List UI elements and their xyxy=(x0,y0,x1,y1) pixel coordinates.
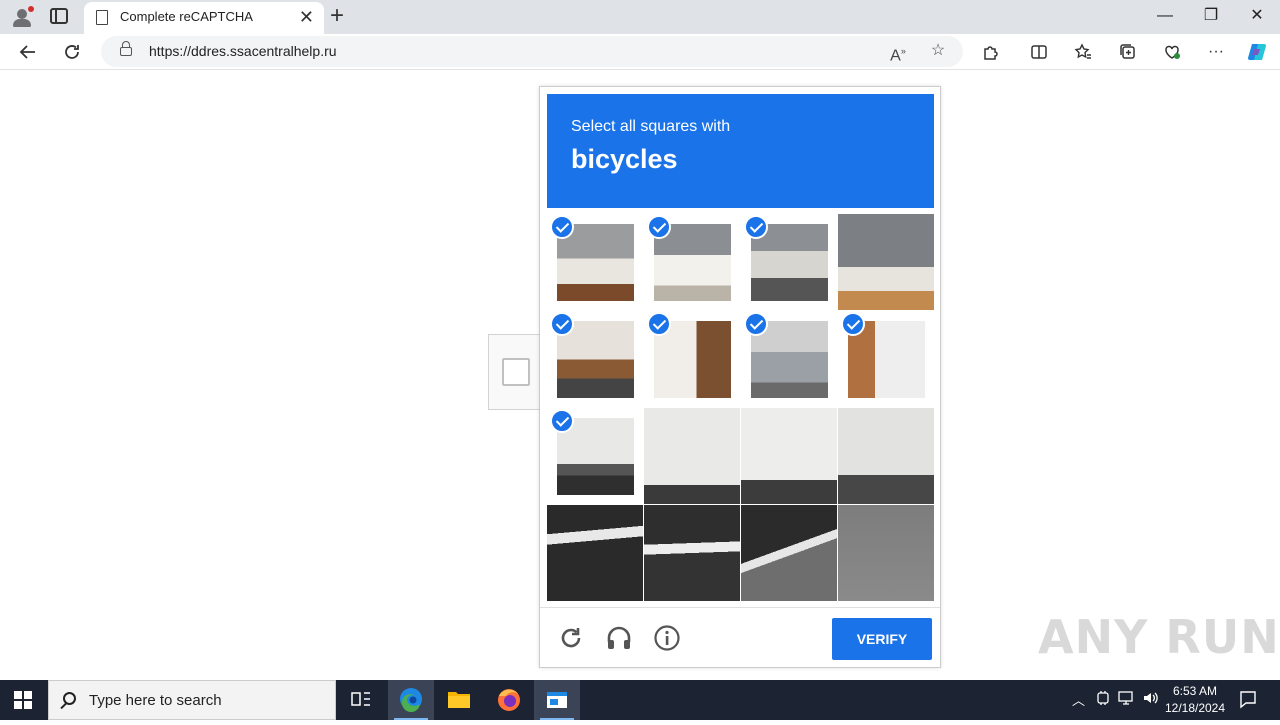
recaptcha-checkbox-widget xyxy=(488,334,540,410)
tile-image xyxy=(644,505,740,601)
edge-taskbar-icon[interactable] xyxy=(388,680,434,720)
firefox-icon[interactable] xyxy=(486,680,532,720)
tile-checkmark-icon xyxy=(647,215,671,239)
challenge-instruction: Select all squares with xyxy=(571,118,731,135)
challenge-tile[interactable] xyxy=(741,214,837,310)
challenge-tile[interactable] xyxy=(547,408,643,504)
browser-essentials-icon[interactable] xyxy=(1161,41,1183,63)
challenge-footer: VERIFY xyxy=(540,607,940,668)
audio-challenge-icon[interactable] xyxy=(605,624,633,652)
collections-icon[interactable] xyxy=(1117,41,1139,63)
recaptcha-checkbox[interactable] xyxy=(502,358,530,386)
close-window-button[interactable]: ✕ xyxy=(1234,4,1280,28)
file-explorer-icon[interactable] xyxy=(436,680,482,720)
volume-icon[interactable] xyxy=(1142,690,1160,709)
tile-checkmark-icon xyxy=(647,312,671,336)
challenge-tile[interactable] xyxy=(644,214,740,310)
tab-active[interactable]: Complete reCAPTCHA ✕ xyxy=(84,2,324,34)
challenge-tile[interactable] xyxy=(741,505,837,601)
info-icon[interactable] xyxy=(653,624,681,652)
extensions-icon[interactable] xyxy=(980,41,1002,63)
taskbar: Type here to search ︿ 6:53 AM 12/18/2024 xyxy=(0,680,1280,720)
challenge-tile[interactable] xyxy=(644,505,740,601)
windows-start-icon[interactable] xyxy=(14,691,32,709)
tab-close-icon[interactable]: ✕ xyxy=(299,7,314,27)
copilot-icon[interactable] xyxy=(1246,41,1268,63)
tile-image xyxy=(644,408,740,504)
minimize-button[interactable]: — xyxy=(1142,4,1188,28)
back-button[interactable] xyxy=(14,38,42,66)
tab-actions-icon[interactable] xyxy=(50,8,68,24)
challenge-tile[interactable] xyxy=(547,311,643,407)
challenge-target: bicycles xyxy=(571,144,678,174)
tile-image xyxy=(838,505,934,601)
favorites-icon[interactable] xyxy=(1072,41,1094,63)
challenge-tile[interactable] xyxy=(547,214,643,310)
anyrun-watermark: ANY RUN xyxy=(1038,610,1280,664)
recaptcha-challenge: Select all squares with bicycles VERIFY xyxy=(539,86,941,668)
clock-time: 6:53 AM xyxy=(1172,684,1218,698)
tile-image xyxy=(741,408,837,504)
challenge-tile[interactable] xyxy=(741,311,837,407)
challenge-tile[interactable] xyxy=(838,214,934,310)
challenge-header: Select all squares with bicycles xyxy=(547,94,934,208)
tile-checkmark-icon xyxy=(550,215,574,239)
read-aloud-icon[interactable]: A» xyxy=(887,41,909,66)
maximize-button[interactable]: ❐ xyxy=(1188,4,1234,28)
url-text[interactable]: https://ddres.ssacentralhelp.ru xyxy=(149,43,337,59)
more-menu-icon[interactable]: ··· xyxy=(1205,41,1227,63)
challenge-tile[interactable] xyxy=(644,311,740,407)
challenge-tile[interactable] xyxy=(547,505,643,601)
tile-checkmark-icon xyxy=(744,215,768,239)
tile-checkmark-icon xyxy=(744,312,768,336)
taskbar-clock[interactable]: 6:53 AM 12/18/2024 xyxy=(1160,683,1230,717)
challenge-tile[interactable] xyxy=(838,408,934,504)
tile-image xyxy=(838,214,934,310)
tile-checkmark-icon xyxy=(841,312,865,336)
clock-date: 12/18/2024 xyxy=(1164,701,1226,715)
favorite-star-icon[interactable]: ☆ xyxy=(927,41,949,61)
notifications-icon[interactable] xyxy=(1238,689,1258,712)
tile-image xyxy=(741,505,837,601)
refresh-button[interactable] xyxy=(58,38,86,66)
page-icon xyxy=(96,10,108,25)
new-tab-button[interactable]: + xyxy=(330,3,344,29)
tab-bar: Complete reCAPTCHA ✕ + — ❐ ✕ xyxy=(0,0,1280,34)
search-icon xyxy=(63,692,76,705)
challenge-tile[interactable] xyxy=(838,505,934,601)
task-view-icon[interactable] xyxy=(338,680,384,720)
network-icon[interactable] xyxy=(1118,690,1136,709)
challenge-tile[interactable] xyxy=(644,408,740,504)
lock-icon[interactable] xyxy=(120,41,132,57)
verify-button[interactable]: VERIFY xyxy=(832,618,932,660)
split-screen-icon[interactable] xyxy=(1028,41,1050,63)
reload-icon[interactable] xyxy=(557,624,585,652)
tile-image xyxy=(547,505,643,601)
challenge-tile[interactable] xyxy=(741,408,837,504)
tile-checkmark-icon xyxy=(550,312,574,336)
url-bar[interactable]: https://ddres.ssacentralhelp.ru A» ☆ xyxy=(101,36,963,67)
challenge-tile[interactable] xyxy=(838,311,934,407)
taskbar-search[interactable]: Type here to search xyxy=(48,680,336,720)
tile-checkmark-icon xyxy=(550,409,574,433)
app-window-icon[interactable] xyxy=(534,680,580,720)
tab-title: Complete reCAPTCHA xyxy=(120,9,253,24)
tray-chevron-icon[interactable]: ︿ xyxy=(1072,690,1085,709)
address-toolbar: https://ddres.ssacentralhelp.ru A» ☆ ··· xyxy=(0,34,1280,70)
tile-image xyxy=(838,408,934,504)
profile-icon[interactable] xyxy=(10,6,34,28)
taskbar-search-placeholder: Type here to search xyxy=(89,692,222,709)
tray-device-icon[interactable] xyxy=(1096,690,1110,709)
challenge-image-grid xyxy=(547,214,934,601)
